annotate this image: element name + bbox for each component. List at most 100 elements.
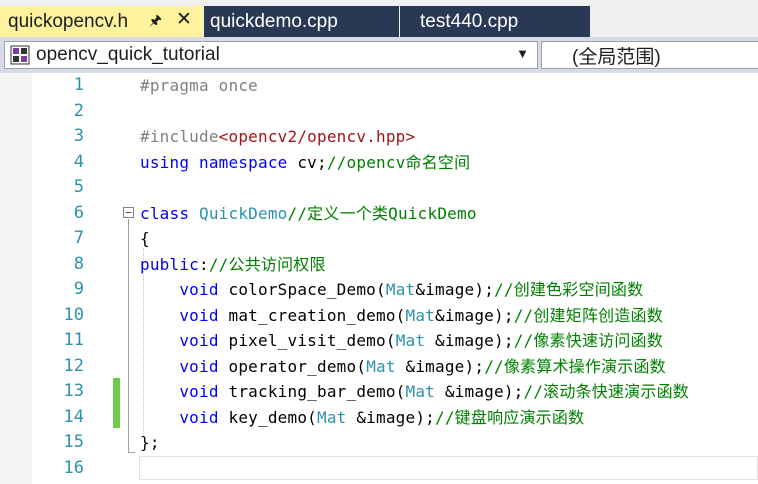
code-token: { <box>140 229 150 248</box>
code-line[interactable]: 11 void pixel_visit_demo(Mat &image);//像… <box>0 328 758 353</box>
code-token: void <box>179 407 219 427</box>
code-token: //像素算术操作演示函数 <box>484 356 666 376</box>
line-number: 13 <box>63 381 84 401</box>
fold-guide-line <box>128 219 129 452</box>
code-token: //定义一个类QuickDemo <box>287 203 477 223</box>
line-number: 2 <box>73 100 84 121</box>
code-line[interactable]: 1 #pragma once <box>0 73 758 98</box>
code-token: : <box>199 254 209 274</box>
code-token: #include <box>140 127 219 146</box>
line-number: 16 <box>63 457 84 478</box>
code-token: using <box>140 152 190 172</box>
code-text: void operator_demo(Mat &image);//像素算术操作演… <box>140 354 666 379</box>
line-number: 15 <box>63 432 84 452</box>
code-token: //创建矩阵创造函数 <box>513 305 663 325</box>
code-line[interactable]: 9 void colorSpace_Demo(Mat&image);//创建色彩… <box>0 277 758 302</box>
code-token: &image); <box>415 280 495 299</box>
code-line[interactable]: 15}; <box>0 430 758 455</box>
code-token: key_demo( <box>218 407 318 427</box>
code-token: colorSpace_Demo( <box>218 280 386 299</box>
code-line[interactable]: 10 void mat_creation_demo(Mat&image);//创… <box>0 303 758 328</box>
code-token: Mat <box>366 356 396 376</box>
code-token: //键盘响应演示函数 <box>435 407 585 427</box>
code-line[interactable]: 8 public://公共访问权限 <box>0 252 758 277</box>
tab-label: quickdemo.cpp <box>210 10 338 32</box>
code-token: mat_creation_demo( <box>218 305 406 325</box>
scope-dropdown-value: (全局范围) <box>572 46 661 68</box>
line-number: 14 <box>63 406 84 427</box>
line-number: 7 <box>73 228 84 248</box>
code-text: void colorSpace_Demo(Mat&image);//创建色彩空间… <box>140 277 643 302</box>
code-text: void mat_creation_demo(Mat&image);//创建矩阵… <box>140 303 663 328</box>
code-token: //创建色彩空间函数 <box>494 280 644 299</box>
code-token: &image); <box>346 407 436 427</box>
code-line[interactable]: 6 class QuickDemo//定义一个类QuickDemo <box>0 201 758 226</box>
code-text: void key_demo(Mat &image);//键盘响应演示函数 <box>140 405 584 430</box>
code-token: operator_demo( <box>218 356 367 376</box>
code-token: QuickDemo <box>199 203 288 223</box>
line-number: 8 <box>73 253 84 274</box>
line-number: 9 <box>73 279 84 299</box>
code-text: public://公共访问权限 <box>140 252 326 277</box>
line-number: 5 <box>73 177 84 197</box>
code-text: using namespace cv;//opencv命名空间 <box>140 150 470 175</box>
code-token: <opencv2/opencv.hpp> <box>218 127 416 146</box>
project-icon <box>10 45 30 65</box>
code-line[interactable]: 3 #include<opencv2/opencv.hpp> <box>0 124 758 149</box>
indent-guide <box>143 248 144 438</box>
code-token: void <box>179 305 219 325</box>
code-line[interactable]: 4 using namespace cv;//opencv命名空间 <box>0 150 758 175</box>
chevron-down-icon[interactable]: ▼ <box>516 46 529 61</box>
code-token: &image); <box>435 305 514 325</box>
tab-test440-cpp[interactable]: test440.cpp <box>400 6 590 37</box>
code-token: public <box>140 254 199 274</box>
tab-quickopencv-h[interactable]: quickopencv.h 🖈︎ ✕ <box>0 6 203 37</box>
tab-label: test440.cpp <box>420 10 519 32</box>
code-token: void <box>179 331 219 350</box>
code-editor[interactable]: 1 #pragma once 2 3 #include<opencv2/opencv.h… <box>0 73 758 484</box>
code-text: { <box>140 226 150 251</box>
line-number: 12 <box>63 355 84 376</box>
code-token: //opencv命名空间 <box>326 152 471 172</box>
line-number: 1 <box>73 75 84 95</box>
code-token: namespace <box>199 152 288 172</box>
scope-dropdown[interactable]: (全局范围) <box>541 41 758 69</box>
code-token: tracking_bar_demo( <box>218 382 406 401</box>
code-token: pixel_visit_demo( <box>218 331 396 350</box>
tab-label: quickopencv.h <box>8 10 129 32</box>
code-text: #include<opencv2/opencv.hpp> <box>140 124 415 149</box>
project-dropdown[interactable]: opencv_quick_tutorial ▼ <box>4 41 538 69</box>
fold-guide-end <box>128 452 135 453</box>
code-token: #pragma once <box>140 76 258 95</box>
code-line[interactable]: 2 <box>0 99 758 124</box>
line-number: 11 <box>63 330 84 350</box>
code-line[interactable]: 7{ <box>0 226 758 251</box>
line-number: 10 <box>63 304 84 325</box>
project-dropdown-value: opencv_quick_tutorial <box>36 44 220 65</box>
code-line[interactable]: 5 <box>0 175 758 200</box>
navigation-bar: opencv_quick_tutorial ▼ (全局范围) <box>0 37 758 73</box>
code-line[interactable]: 12 void operator_demo(Mat &image);//像素算术… <box>0 354 758 379</box>
pin-icon[interactable]: 🖈︎ <box>149 10 162 34</box>
line-number: 6 <box>73 202 84 223</box>
code-text: void pixel_visit_demo(Mat &image);//像素快速… <box>140 328 663 353</box>
code-token: &image); <box>395 356 485 376</box>
code-token: Mat <box>395 331 426 350</box>
code-token: Mat <box>317 407 347 427</box>
current-line-highlight <box>139 456 758 480</box>
close-icon[interactable]: ✕ <box>176 8 192 31</box>
collapse-icon[interactable]: − <box>123 207 134 218</box>
code-token: //公共访问权限 <box>208 254 326 274</box>
code-token: void <box>179 280 219 299</box>
code-token: //滚动条快速演示函数 <box>523 382 689 401</box>
tab-quickdemo-cpp[interactable]: quickdemo.cpp <box>204 6 399 37</box>
code-token: Mat <box>405 305 436 325</box>
